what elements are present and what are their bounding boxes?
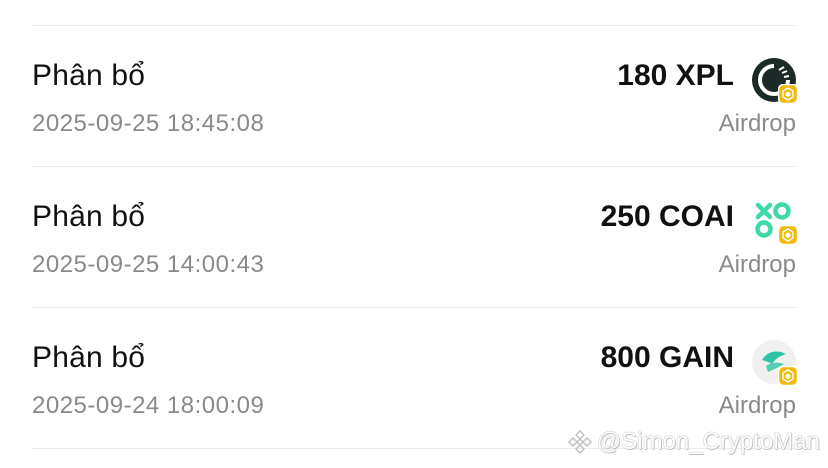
bnb-badge-icon — [778, 84, 798, 104]
transaction-timestamp: 2025-09-25 18:45:08 — [32, 110, 265, 137]
transaction-amount: 250 COAI — [600, 200, 734, 233]
coai-token-icon — [752, 199, 798, 245]
transaction-amount: 180 XPL — [617, 59, 734, 92]
list-item[interactable]: Phân bổ 2025-09-25 18:45:08 180 XPL Aird… — [32, 26, 798, 167]
transaction-timestamp: 2025-09-25 14:00:43 — [32, 251, 265, 278]
watermark: @Simon_CryptoMan — [567, 428, 820, 456]
bnb-badge-icon — [778, 366, 798, 386]
transaction-type: Phân bổ — [32, 200, 146, 233]
gain-token-icon — [752, 340, 798, 386]
bnb-badge-icon — [778, 225, 798, 245]
transaction-source: Airdrop — [718, 110, 796, 137]
transaction-source: Airdrop — [718, 392, 796, 419]
list-item[interactable]: Phân bổ 2025-09-25 14:00:43 250 COAI Air… — [32, 167, 798, 308]
transaction-type: Phân bổ — [32, 341, 146, 374]
xpl-token-icon — [752, 58, 798, 104]
transaction-amount: 800 GAIN — [600, 341, 734, 374]
watermark-text: @Simon_CryptoMan — [596, 428, 820, 455]
binance-logo-icon — [567, 430, 592, 454]
transaction-timestamp: 2025-09-24 18:00:09 — [32, 392, 265, 419]
transaction-type: Phân bổ — [32, 59, 146, 92]
transaction-source: Airdrop — [718, 251, 796, 278]
